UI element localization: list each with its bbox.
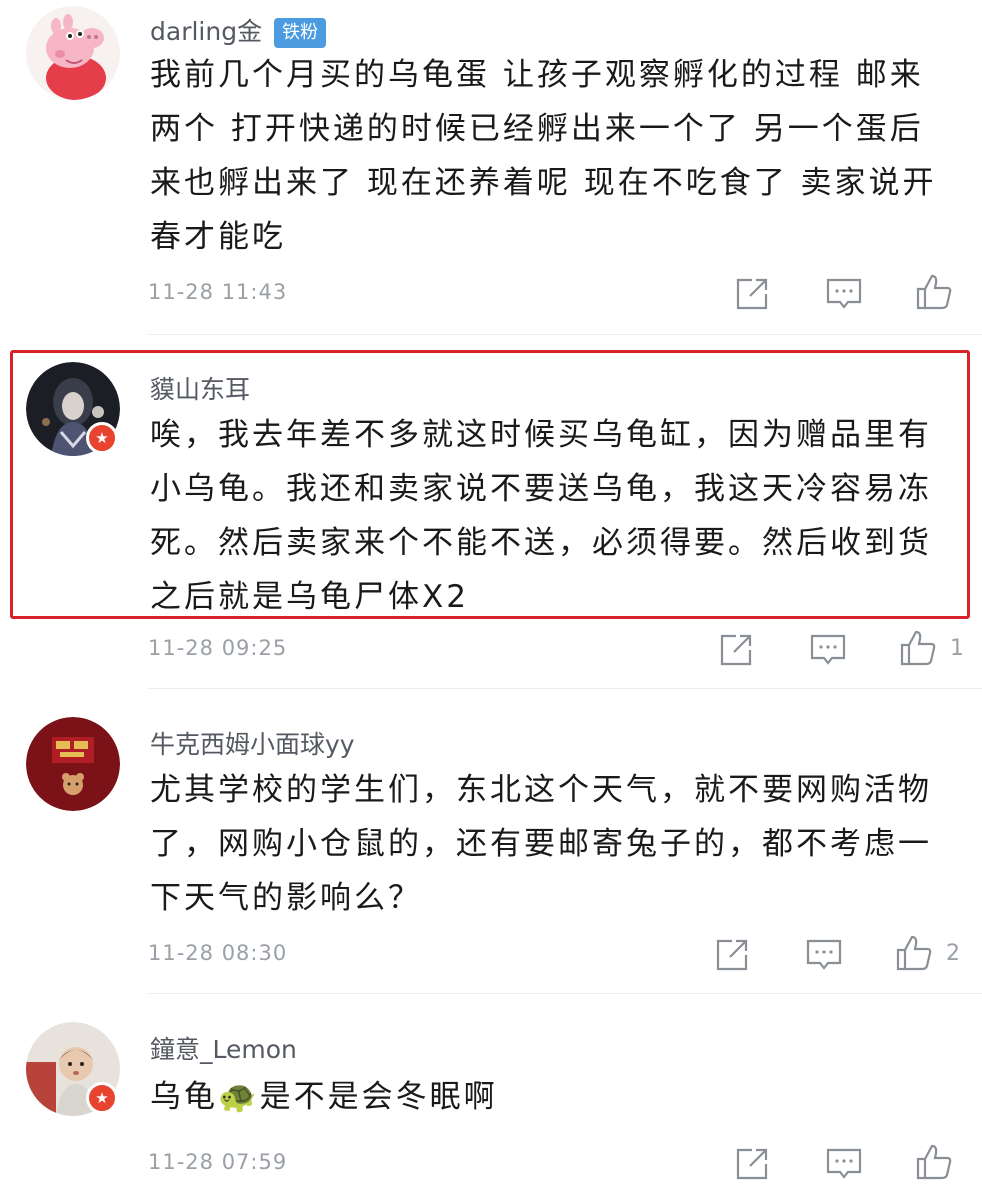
username[interactable]: 鐘意_Lemon	[150, 1030, 297, 1066]
comment-text: 尤其学校的学生们，东北这个天气，就不要网购活物了，网购小仓鼠的，还有要邮寄兔子的…	[150, 772, 932, 916]
comment-item: 牛克西姆小面球yy 尤其学校的学生们，东北这个天气，就不要网购活物了，网购小仓鼠…	[0, 705, 982, 995]
verified-badge: ★	[86, 422, 118, 454]
share-icon	[736, 1148, 768, 1180]
divider	[148, 993, 982, 994]
divider	[148, 334, 982, 335]
comment-text: 我前几个月买的乌龟蛋 让孩子观察孵化的过程 邮来两个 打开快递的时候已经孵出来一…	[150, 57, 937, 255]
like-button[interactable]	[898, 628, 938, 668]
comment-time: 11-28 11:43	[148, 280, 288, 304]
comment-item: darling金 铁粉 我前几个月买的乌龟蛋 让孩子观察孵化的过程 邮来两个 打开…	[0, 0, 982, 335]
username-text[interactable]: darling金	[150, 17, 262, 46]
username[interactable]: 牛克西姆小面球yy	[150, 725, 355, 761]
avatar[interactable]	[26, 6, 120, 100]
like-count: 2	[946, 941, 960, 966]
reply-button[interactable]	[804, 935, 844, 975]
comment-text: 乌龟🐢是不是会冬眠啊	[150, 1079, 498, 1115]
share-icon	[720, 634, 752, 666]
thumbs-up-icon	[916, 274, 952, 310]
divider	[148, 688, 982, 689]
thumbs-up-icon	[896, 935, 932, 971]
comment-item: ★ 貘山东耳 唉，我去年差不多就这时候买乌龟缸，因为赠品里有小乌龟。我还和卖家说…	[0, 350, 982, 690]
comment-icon	[826, 278, 862, 309]
comment-text: 唉，我去年差不多就这时候买乌龟缸，因为赠品里有小乌龟。我还和卖家说不要送乌龟，我…	[150, 417, 932, 615]
share-icon	[736, 278, 768, 310]
star-badge-icon: ★	[95, 429, 109, 447]
comment-time: 11-28 09:25	[148, 636, 288, 660]
comment-time: 11-28 08:30	[148, 941, 288, 965]
username[interactable]: darling金 铁粉	[150, 12, 327, 48]
comment-icon	[806, 939, 842, 970]
star-badge-icon: ★	[95, 1089, 109, 1107]
share-button[interactable]	[716, 630, 756, 670]
share-icon	[716, 939, 748, 971]
thumbs-up-icon	[900, 630, 936, 666]
comment-item: ★ 鐘意_Lemon 乌龟🐢是不是会冬眠啊 11-28 07:59	[0, 1010, 982, 1196]
fan-badge: 铁粉	[274, 18, 327, 48]
reply-button[interactable]	[824, 274, 864, 314]
like-button[interactable]	[894, 933, 934, 973]
verified-badge: ★	[86, 1082, 118, 1114]
share-button[interactable]	[732, 274, 772, 314]
like-count: 1	[950, 636, 964, 661]
thumbs-up-icon	[916, 1144, 952, 1180]
comment-icon	[826, 1148, 862, 1179]
reply-button[interactable]	[824, 1144, 864, 1184]
comment-icon	[810, 634, 846, 665]
comment-time: 11-28 07:59	[148, 1150, 288, 1174]
username[interactable]: 貘山东耳	[150, 370, 250, 406]
like-button[interactable]	[914, 1142, 954, 1182]
like-button[interactable]	[914, 272, 954, 312]
share-button[interactable]	[712, 935, 752, 975]
share-button[interactable]	[732, 1144, 772, 1184]
reply-button[interactable]	[808, 630, 848, 670]
avatar[interactable]	[26, 717, 120, 811]
